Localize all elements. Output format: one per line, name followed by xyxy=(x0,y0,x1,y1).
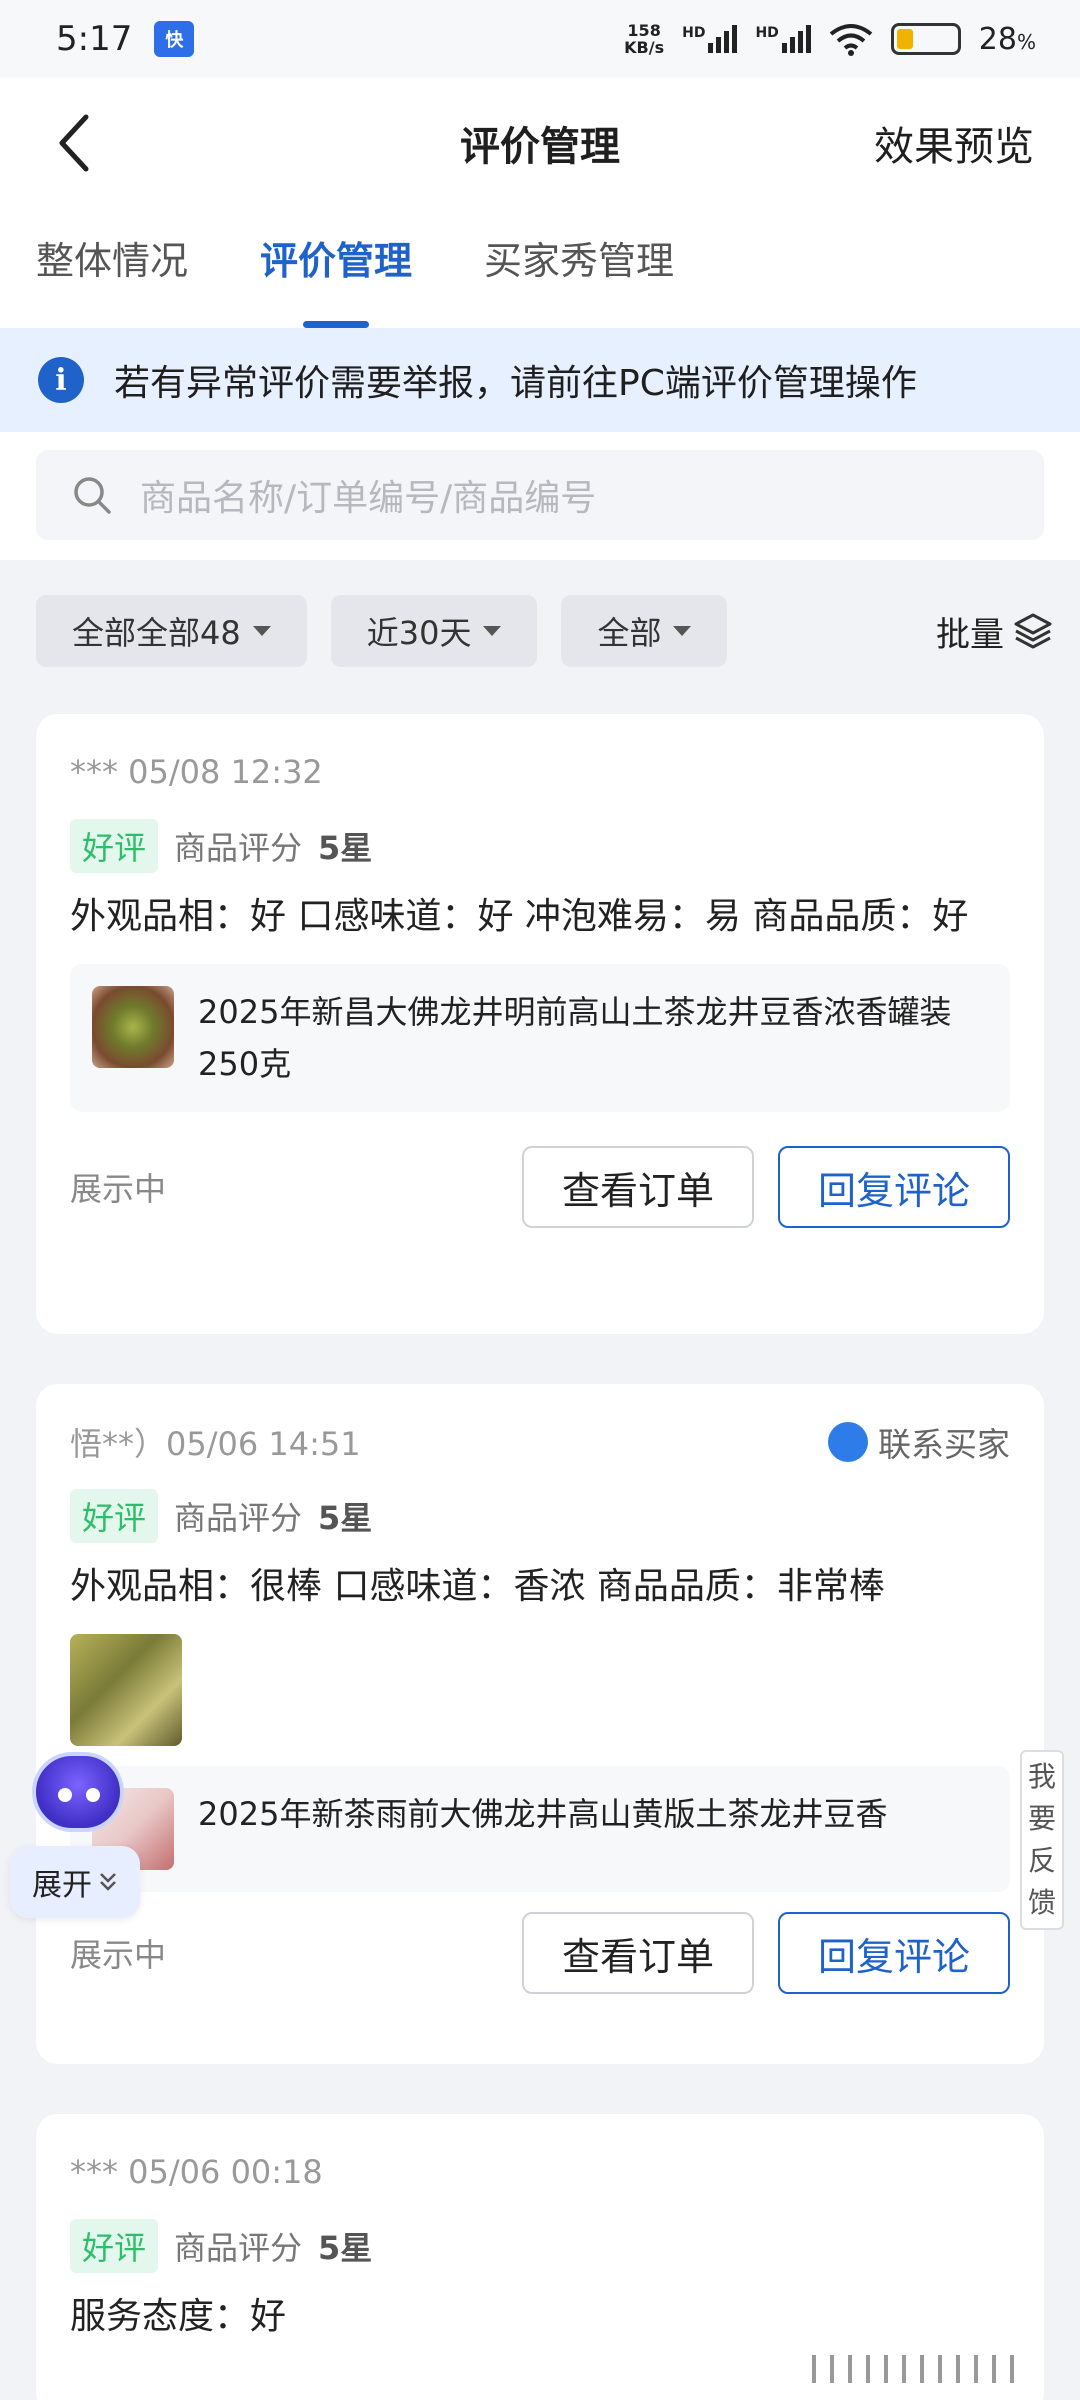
rating-label: 商品评分 xyxy=(174,2229,303,2267)
expand-button[interactable]: 展开 xyxy=(10,1846,140,1918)
rating-row: 好评 商品评分 5星 xyxy=(70,1489,1010,1543)
chevron-double-down-icon xyxy=(100,1873,116,1891)
tab-buyer-show[interactable]: 买家秀管理 xyxy=(484,208,674,328)
status-time: 5:17 xyxy=(56,19,133,59)
reviewer-info: *** 05/08 12:32 xyxy=(70,753,323,791)
network-speed-value: 158 xyxy=(627,21,661,40)
rating-value: 5星 xyxy=(318,829,373,867)
status-right: 158 KB/s HD HD 28% xyxy=(624,22,1036,57)
filter-date-label: 近30天 xyxy=(366,614,472,652)
tab-overview[interactable]: 整体情况 xyxy=(36,208,188,328)
reply-review-button[interactable]: 回复评论 xyxy=(778,1146,1010,1228)
status-left: 5:17 快 xyxy=(56,19,195,59)
assistant-widget[interactable]: 展开 xyxy=(10,1752,140,1924)
review-text: 外观品相：好 口感味道：好 冲泡难易：易 商品品质：好 xyxy=(70,896,969,937)
reviewer-info: *** 05/06 00:18 xyxy=(70,2153,323,2191)
network-type-2: HD xyxy=(755,25,779,41)
batch-button[interactable]: 批量 xyxy=(936,607,1054,656)
product-thumbnail xyxy=(92,986,174,1068)
review-actions: 查看订单 回复评论 xyxy=(522,1912,1010,1994)
nav-bar: 评价管理 效果预览 xyxy=(0,78,1080,208)
caret-down-icon xyxy=(483,626,502,636)
status-bar: 5:17 快 158 KB/s HD HD 28% xyxy=(0,0,1080,78)
caret-down-icon xyxy=(252,626,271,636)
search-section: 商品名称/订单编号/商品编号 xyxy=(0,432,1080,560)
battery-icon xyxy=(890,23,961,55)
review-card: 悟**）05/06 14:51 联系买家 好评 商品评分 5星 外观品相：很棒 … xyxy=(36,1384,1044,2064)
feedback-button[interactable]: 我 要 反 馈 xyxy=(1020,1750,1064,1930)
reviewer-info: 悟**）05/06 14:51 xyxy=(70,1425,361,1463)
batch-label: 批量 xyxy=(936,614,1004,655)
product-name: 2025年新昌大佛龙井明前高山土茶龙井豆香浓香罐装250克 xyxy=(198,993,952,1083)
filter-status-dropdown[interactable]: 全部 xyxy=(561,595,728,667)
rating-label: 商品评分 xyxy=(174,1499,303,1537)
notice-text: 若有异常评价需要举报，请前往PC端评价管理操作 xyxy=(114,363,917,404)
notice-banner: i 若有异常评价需要举报，请前往PC端评价管理操作 xyxy=(0,328,1080,432)
view-order-button[interactable]: 查看订单 xyxy=(522,1146,754,1228)
signal-icon: HD xyxy=(682,25,738,53)
search-placeholder: 商品名称/订单编号/商品编号 xyxy=(140,478,597,519)
app-notification-icon: 快 xyxy=(154,21,195,57)
rating-label: 商品评分 xyxy=(174,829,303,867)
product-name: 2025年新茶雨前大佛龙井高山黄版土茶龙井豆香 xyxy=(198,1795,888,1833)
contact-buyer-label: 联系买家 xyxy=(878,1425,1010,1464)
review-footer: 展示中 查看订单 回复评论 xyxy=(70,1146,1010,1228)
filter-type-dropdown[interactable]: 全部全部48 xyxy=(36,595,307,667)
network-speed: 158 KB/s xyxy=(624,22,664,56)
good-review-tag: 好评 xyxy=(70,2219,159,2273)
reply-review-button[interactable]: 回复评论 xyxy=(778,1912,1010,1994)
feedback-char: 馈 xyxy=(1027,1886,1056,1919)
feedback-char: 反 xyxy=(1027,1844,1056,1877)
signal-icon-2: HD xyxy=(755,25,811,53)
review-text: 服务态度：好 xyxy=(70,2296,287,2337)
good-review-tag: 好评 xyxy=(70,1489,159,1543)
review-text: 外观品相：很棒 口感味道：香浓 商品品质：非常棒 xyxy=(70,1566,885,1607)
review-header: 悟**）05/06 14:51 联系买家 xyxy=(70,1414,1010,1470)
review-footer: 展示中 查看订单 回复评论 xyxy=(70,1912,1010,1994)
tab-bar: 整体情况 评价管理 买家秀管理 xyxy=(0,208,1080,328)
review-header: *** 05/06 00:18 xyxy=(70,2144,1010,2200)
display-status: 展示中 xyxy=(70,1170,167,1208)
search-input[interactable]: 商品名称/订单编号/商品编号 xyxy=(36,450,1044,540)
feedback-char: 要 xyxy=(1027,1802,1056,1835)
home-gesture-bar xyxy=(812,2354,1052,2384)
layers-icon xyxy=(1014,613,1052,649)
feedback-char: 我 xyxy=(1027,1760,1056,1793)
review-photo[interactable] xyxy=(70,1634,182,1746)
battery-percent: 28% xyxy=(978,21,1036,57)
rating-value: 5星 xyxy=(318,2229,373,2267)
expand-label: 展开 xyxy=(32,1868,92,1903)
filter-status-label: 全部 xyxy=(597,614,662,652)
review-header: *** 05/08 12:32 xyxy=(70,744,1010,800)
back-arrow-icon[interactable] xyxy=(54,113,94,173)
review-card: *** 05/08 12:32 好评 商品评分 5星 外观品相：好 口感味道：好… xyxy=(36,714,1044,1334)
robot-eye xyxy=(86,1788,100,1802)
filter-type-label: 全部全部48 xyxy=(72,614,241,652)
product-link[interactable]: 2025年新茶雨前大佛龙井高山黄版土茶龙井豆香 xyxy=(70,1766,1010,1892)
contact-buyer-button[interactable]: 联系买家 xyxy=(828,1418,1010,1466)
info-icon: i xyxy=(38,357,84,403)
wifi-icon xyxy=(829,24,873,56)
network-speed-unit: KB/s xyxy=(624,38,665,57)
display-status: 展示中 xyxy=(70,1936,167,1974)
search-icon xyxy=(74,477,111,514)
network-type-1: HD xyxy=(682,25,706,41)
filter-date-dropdown[interactable]: 近30天 xyxy=(330,595,538,667)
robot-eye xyxy=(58,1788,72,1802)
product-link[interactable]: 2025年新昌大佛龙井明前高山土茶龙井豆香浓香罐装250克 xyxy=(70,964,1010,1112)
caret-down-icon xyxy=(673,626,692,636)
review-actions: 查看订单 回复评论 xyxy=(522,1146,1010,1228)
preview-button[interactable]: 效果预览 xyxy=(874,114,1034,172)
battery-level xyxy=(896,29,914,49)
tab-review-management[interactable]: 评价管理 xyxy=(260,208,412,328)
rating-row: 好评 商品评分 5星 xyxy=(70,819,1010,873)
filter-bar: 全部全部48 近30天 全部 批量 xyxy=(0,560,1080,702)
view-order-button[interactable]: 查看订单 xyxy=(522,1912,754,1994)
rating-row: 好评 商品评分 5星 xyxy=(70,2219,1010,2273)
good-review-tag: 好评 xyxy=(70,819,159,873)
rating-value: 5星 xyxy=(318,1499,373,1537)
robot-icon xyxy=(32,1752,124,1832)
chat-icon xyxy=(828,1422,868,1462)
